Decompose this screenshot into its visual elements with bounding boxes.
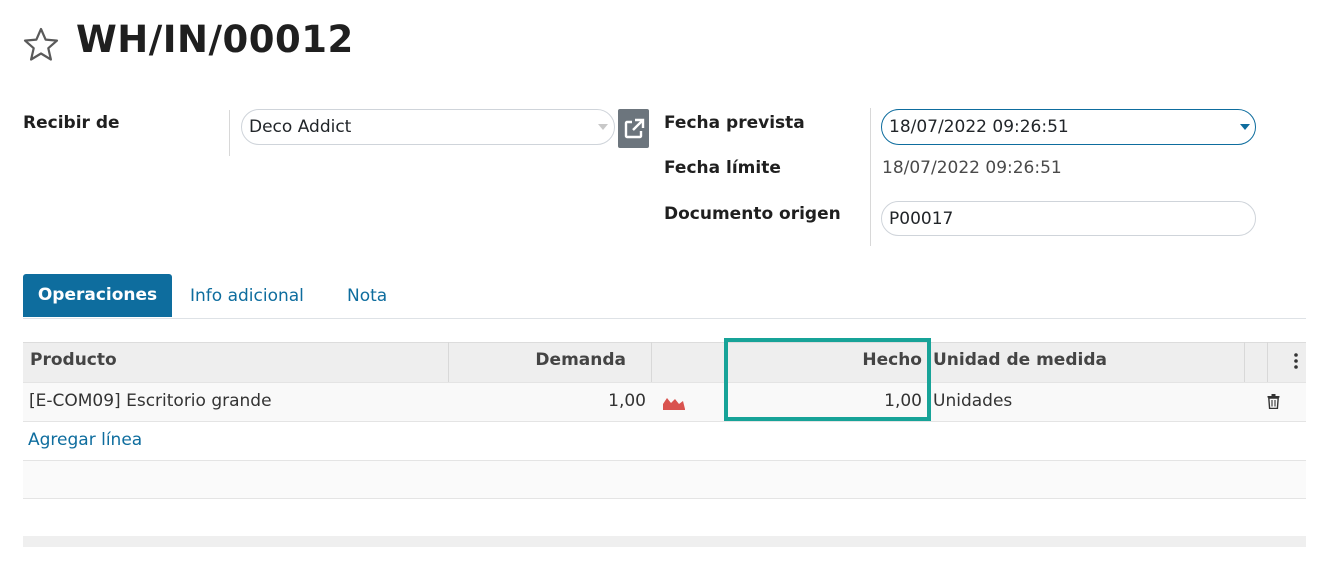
receive-from-label: Recibir de [23, 113, 120, 133]
external-link-icon [624, 118, 644, 138]
source-document-value: P00017 [889, 209, 954, 229]
chevron-down-icon[interactable] [1240, 124, 1250, 130]
cell-uom[interactable]: Unidades [933, 391, 1012, 411]
receive-from-value: Deco Addict [249, 117, 352, 137]
external-link-button[interactable] [618, 109, 649, 148]
source-document-field[interactable]: P00017 [881, 201, 1256, 236]
column-separator [448, 342, 449, 382]
deadline-label: Fecha límite [664, 158, 781, 178]
column-separator [651, 342, 652, 382]
scheduled-date-field[interactable]: 18/07/2022 09:26:51 [881, 109, 1256, 145]
column-header-product[interactable]: Producto [30, 350, 117, 370]
trash-icon[interactable] [1267, 394, 1280, 410]
chevron-down-icon [598, 124, 608, 130]
receive-from-select[interactable]: Deco Addict [241, 109, 615, 145]
page-title: WH/IN/00012 [76, 18, 354, 61]
add-line-link[interactable]: Agregar línea [28, 430, 142, 450]
column-header-demand[interactable]: Demanda [450, 350, 626, 370]
done-column-highlight [724, 338, 931, 421]
kebab-menu-icon[interactable] [1294, 353, 1298, 369]
tab-operations[interactable]: Operaciones [23, 274, 172, 317]
column-header-uom[interactable]: Unidad de medida [933, 350, 1107, 370]
cell-demand[interactable]: 1,00 [450, 391, 646, 411]
row-divider [23, 498, 1306, 499]
source-document-label: Documento origen [664, 204, 841, 224]
tabs-divider [23, 318, 1306, 319]
cell-product[interactable]: [E-COM09] Escritorio grande [29, 391, 272, 411]
field-separator [229, 110, 230, 156]
scheduled-date-label: Fecha prevista [664, 113, 805, 133]
scheduled-date-value: 18/07/2022 09:26:51 [889, 117, 1069, 137]
field-separator [870, 108, 871, 246]
tab-note[interactable]: Nota [347, 286, 387, 306]
star-icon[interactable] [22, 26, 60, 62]
area-chart-icon[interactable] [663, 395, 685, 410]
column-separator [1267, 342, 1268, 382]
empty-row [23, 461, 1306, 498]
table-header [23, 342, 1306, 382]
horizontal-scrollbar[interactable] [23, 536, 1306, 547]
deadline-value: 18/07/2022 09:26:51 [882, 158, 1062, 178]
column-separator [1244, 342, 1245, 382]
tab-additional-info[interactable]: Info adicional [190, 286, 304, 306]
